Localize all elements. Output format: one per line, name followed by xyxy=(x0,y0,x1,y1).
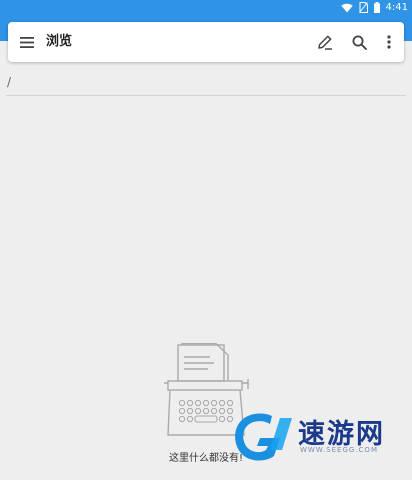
pencil-icon xyxy=(318,35,332,50)
status-time: 4:41 xyxy=(385,2,408,13)
page-title: 浏览 xyxy=(46,34,73,49)
breadcrumb[interactable]: / xyxy=(7,75,11,89)
no-sim-icon xyxy=(358,2,368,13)
watermark-url: WWW.SEEGG.COM xyxy=(300,446,378,454)
search-icon xyxy=(352,35,367,50)
search-button[interactable] xyxy=(344,22,374,62)
watermark-logo: 速游网 WWW.SEEGG.COM xyxy=(230,408,402,468)
edit-button[interactable] xyxy=(310,22,340,62)
wifi-icon xyxy=(340,3,353,13)
logo-icon xyxy=(235,413,292,461)
search-toolbar: 浏览 xyxy=(8,22,404,62)
divider xyxy=(6,95,406,96)
battery-icon xyxy=(373,2,380,13)
more-options-button[interactable] xyxy=(374,22,404,62)
menu-button[interactable] xyxy=(12,22,42,62)
status-bar: 4:41 xyxy=(0,0,412,15)
hamburger-menu-icon xyxy=(20,36,34,48)
more-vert-icon xyxy=(387,35,391,49)
